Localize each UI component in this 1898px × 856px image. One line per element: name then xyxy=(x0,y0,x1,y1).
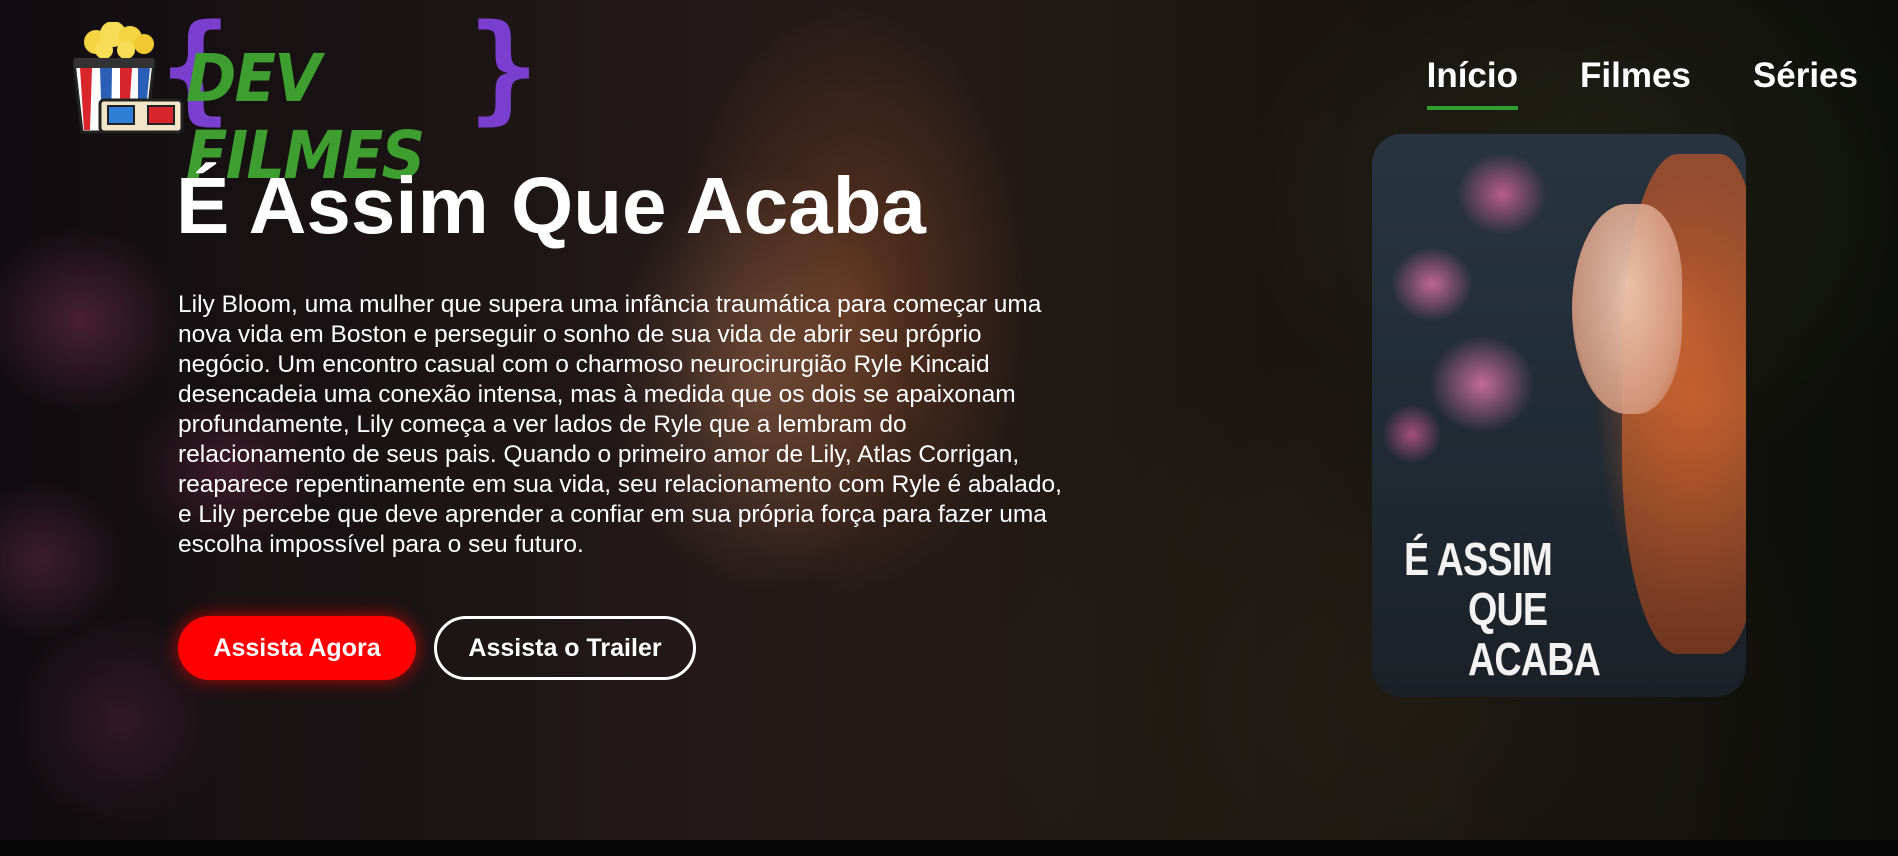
poster-title-line1: É ASSIM xyxy=(1404,533,1553,585)
poster-title-line2: QUE ACABA xyxy=(1467,583,1601,685)
movie-title: É Assim Que Acaba xyxy=(176,161,926,250)
site-logo[interactable]: { DEV FILMES } xyxy=(68,8,539,194)
movie-poster[interactable]: É ASSIM QUE ACABA xyxy=(1372,134,1746,697)
poster-face-art xyxy=(1572,204,1682,414)
nav-item-inicio[interactable]: Início xyxy=(1426,56,1519,110)
nav-item-filmes[interactable]: Filmes xyxy=(1580,56,1691,110)
nav-item-series[interactable]: Séries xyxy=(1753,56,1858,110)
main-nav: Início Filmes Séries xyxy=(1426,56,1858,110)
page-bottom-bar xyxy=(0,840,1898,856)
watch-trailer-button[interactable]: Assista o Trailer xyxy=(434,616,696,680)
poster-title: É ASSIM QUE ACABA xyxy=(1404,534,1675,684)
watch-now-button[interactable]: Assista Agora xyxy=(178,616,416,680)
logo-brace-right: } xyxy=(468,0,540,136)
movie-synopsis: Lily Bloom, uma mulher que supera uma in… xyxy=(178,291,1062,558)
